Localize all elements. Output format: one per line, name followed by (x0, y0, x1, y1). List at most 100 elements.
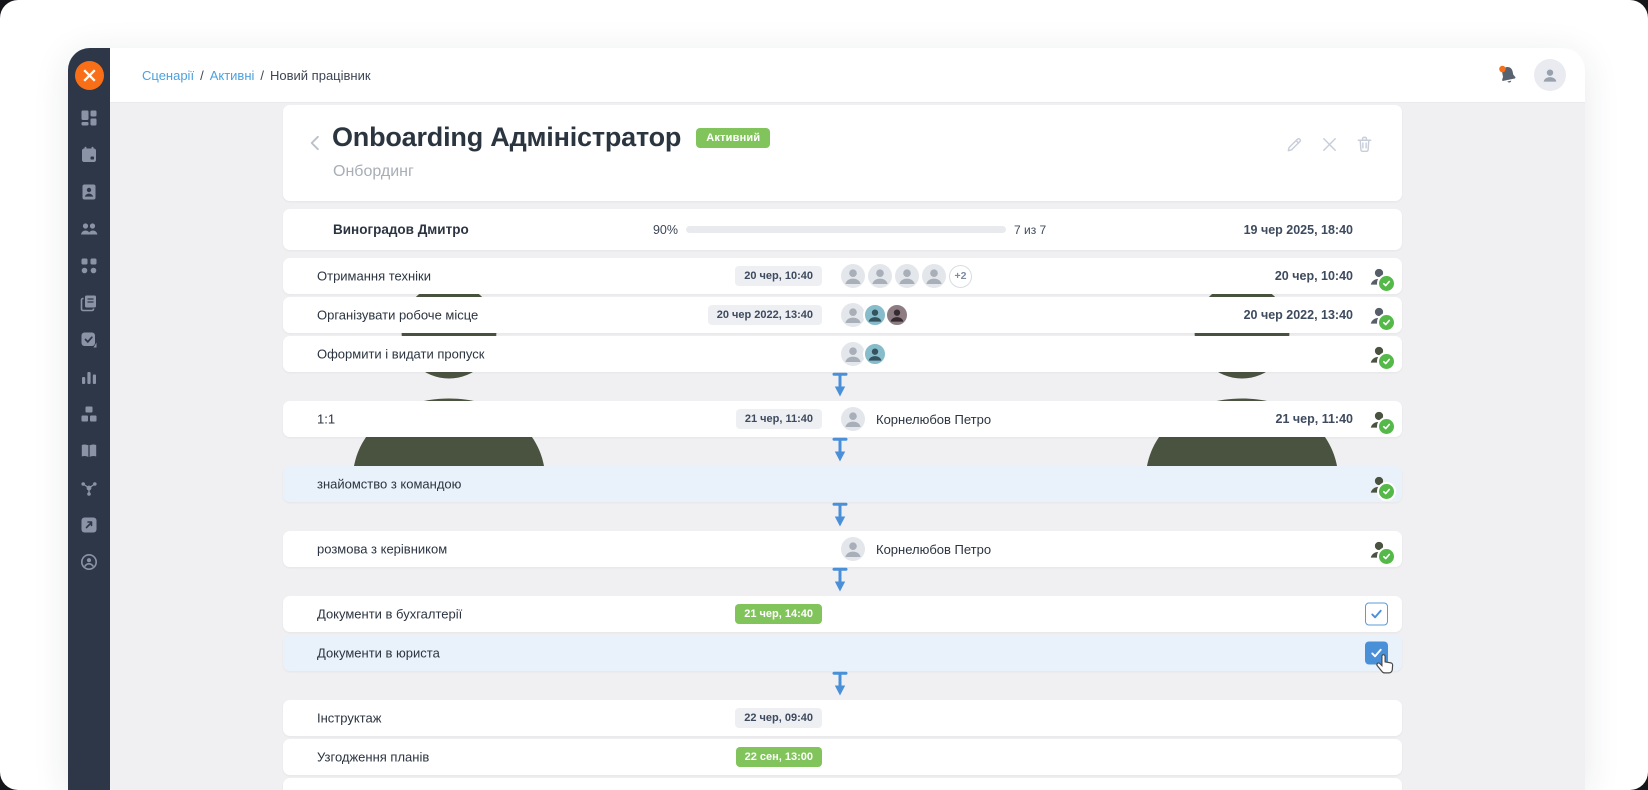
delete-button[interactable] (1355, 135, 1374, 154)
page-background: Сценарії / Активні / Новий працівник (0, 0, 1648, 790)
assignee-avatar (868, 264, 892, 288)
dashboard-icon (80, 109, 98, 127)
sidebar-item-dashboard[interactable] (80, 109, 98, 127)
completed-check-icon (1377, 313, 1396, 332)
content-area: Onboarding Адміністратор Активний Онборд… (110, 103, 1585, 790)
sidebar-item-calendar[interactable] (80, 146, 98, 164)
bell-icon (1497, 64, 1519, 86)
person-icon (1540, 65, 1560, 85)
assignees[interactable]: Корнелюбов Петро (841, 537, 991, 561)
org-structure-icon (80, 405, 98, 423)
scenario-actions (1285, 135, 1374, 154)
scenario-header-card: Onboarding Адміністратор Активний Онборд… (283, 105, 1402, 201)
assignee-avatar (922, 264, 946, 288)
employee-progress-row[interactable]: Виноградов Дмитро 90% 7 из 7 19 чер 2025… (283, 209, 1402, 250)
people-icon (80, 220, 98, 238)
contacts-icon (80, 183, 98, 201)
flow-connector (283, 671, 1402, 697)
flow-arrow-icon (830, 437, 850, 463)
task-status-avatar (1366, 341, 1392, 367)
task-label: Інструктаж (317, 711, 381, 726)
breadcrumb-active[interactable]: Активні (210, 68, 255, 83)
due-date-badge: 21 чер, 14:40 (735, 604, 822, 624)
sidebar-item-analytics[interactable] (80, 368, 98, 386)
pencil-icon (1285, 135, 1304, 154)
app-logo[interactable] (75, 61, 104, 90)
task-row[interactable]: Отримання техніки20 чер, 10:40+220 чер, … (283, 258, 1402, 294)
breadcrumb-separator: / (200, 68, 204, 83)
sidebar-item-contacts[interactable] (80, 183, 98, 201)
calendar-icon (80, 146, 98, 164)
employee-name: Виноградов Дмитро (333, 222, 469, 237)
assignee-avatar (841, 264, 865, 288)
task-label: знайомство з командою (317, 477, 461, 492)
assignee-avatar (841, 537, 865, 561)
breadcrumb-scenarios[interactable]: Сценарії (142, 68, 194, 83)
completed-check-icon (1377, 417, 1396, 436)
page-subtitle: Онбординг (333, 163, 414, 181)
sidebar-item-network[interactable] (80, 479, 98, 497)
x-logo-icon (82, 68, 97, 83)
assignee-name: Корнелюбов Петро (876, 412, 991, 427)
assignees[interactable] (841, 303, 909, 327)
sidebar-item-workflow[interactable] (80, 257, 98, 275)
progress-percent: 90% (618, 223, 678, 237)
task-row[interactable]: Документи в юриста (283, 635, 1402, 671)
task-row[interactable]: знайомство з командою (283, 466, 1402, 502)
integrations-icon (80, 516, 98, 534)
topbar-right (1497, 59, 1566, 91)
close-icon (1320, 135, 1339, 154)
progress-bar (686, 226, 1006, 233)
flow-arrow-icon (830, 372, 850, 398)
task-row[interactable] (283, 778, 1402, 790)
task-status-avatar (1366, 536, 1392, 562)
assignee-avatar (895, 264, 919, 288)
assignee-avatar (841, 407, 865, 431)
trash-icon (1355, 135, 1374, 154)
sidebar-item-integrations[interactable] (80, 516, 98, 534)
task-row[interactable]: Інструктаж22 чер, 09:40 (283, 700, 1402, 736)
sidebar-item-profile[interactable] (80, 553, 98, 571)
user-menu-avatar[interactable] (1534, 59, 1566, 91)
task-row[interactable]: розмова з керівникомКорнелюбов Петро (283, 531, 1402, 567)
assignees[interactable] (841, 342, 887, 366)
back-button[interactable] (306, 133, 325, 153)
knowledge-base-icon (80, 442, 98, 460)
sidebar-item-knowledge-base[interactable] (80, 442, 98, 460)
documents-icon (80, 294, 98, 312)
sidebar-item-documents[interactable] (80, 294, 98, 312)
task-row[interactable]: 1:121 чер, 11:40Корнелюбов Петро21 чер, … (283, 401, 1402, 437)
task-row[interactable]: Оформити і видати пропуск (283, 336, 1402, 372)
task-status-avatar (1366, 406, 1392, 432)
analytics-icon (80, 368, 98, 386)
task-row[interactable]: Узгодження планів22 сен, 13:00 (283, 739, 1402, 775)
task-checkbox[interactable] (1365, 603, 1388, 626)
task-checkbox[interactable] (1365, 642, 1388, 665)
back-chevron-icon (306, 133, 325, 153)
assignee-name: Корнелюбов Петро (876, 542, 991, 557)
completed-check-icon (1377, 482, 1396, 501)
sidebar-item-people[interactable] (80, 220, 98, 238)
task-row[interactable]: Документи в бухгалтерії21 чер, 14:40 (283, 596, 1402, 632)
completed-datetime: 21 чер, 11:40 (1276, 412, 1353, 426)
assignees[interactable]: Корнелюбов Петро (841, 407, 991, 431)
notifications-button[interactable] (1497, 64, 1519, 86)
task-label: 1:1 (317, 412, 335, 427)
progress-steps-count: 7 из 7 (1014, 223, 1046, 237)
sidebar-item-org-structure[interactable] (80, 405, 98, 423)
due-date-badge: 20 чер, 10:40 (735, 266, 822, 286)
flow-arrow-icon (830, 671, 850, 697)
assignees[interactable]: +2 (841, 264, 972, 288)
assignees-overflow-badge[interactable]: +2 (949, 265, 972, 288)
flow-connector (283, 437, 1402, 463)
completed-datetime: 20 чер 2022, 13:40 (1244, 308, 1353, 322)
cancel-button[interactable] (1320, 135, 1339, 154)
status-badge: Активний (696, 128, 770, 148)
flow-arrow-icon (830, 567, 850, 593)
sidebar-item-tasks[interactable] (80, 331, 98, 349)
assignee-avatar (863, 303, 887, 327)
flow-arrow-icon (830, 502, 850, 528)
task-row[interactable]: Організувати робоче місце20 чер 2022, 13… (283, 297, 1402, 333)
task-label: Оформити і видати пропуск (317, 347, 484, 362)
edit-button[interactable] (1285, 135, 1304, 154)
